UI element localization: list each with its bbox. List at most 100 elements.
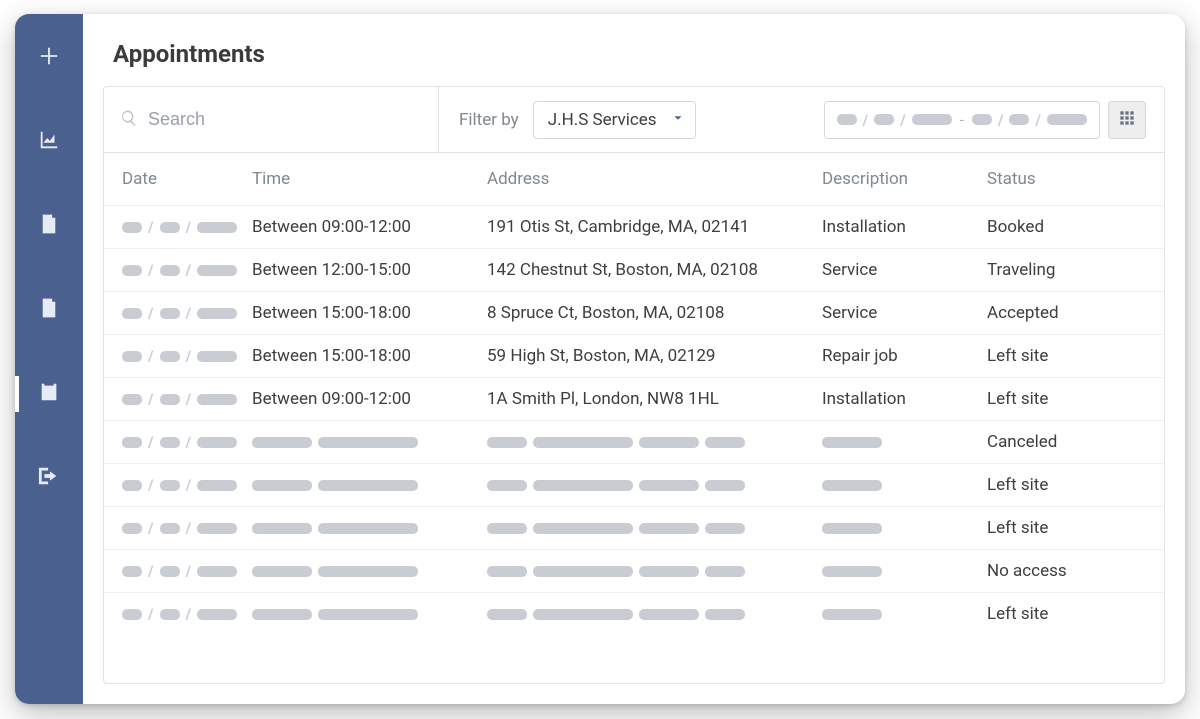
cell-address: [487, 566, 822, 577]
cell-time: [252, 609, 487, 620]
table-header: Date Time Address Description Status: [104, 153, 1164, 205]
cell-status: Canceled: [987, 432, 1146, 452]
invoice-icon: [39, 213, 59, 239]
cell-status: Left site: [987, 604, 1146, 624]
col-description: Description: [822, 169, 987, 189]
table-row[interactable]: //Between 15:00-18:008 Spruce Ct, Boston…: [104, 291, 1164, 334]
filter-label: Filter by: [459, 110, 519, 130]
cell-time: Between 09:00-12:00: [252, 217, 487, 237]
cell-date: //: [122, 218, 252, 236]
main: Appointments Filter by J.H.S Services: [83, 14, 1185, 704]
filter-wrap: Filter by J.H.S Services: [439, 87, 716, 152]
cell-time: [252, 480, 487, 491]
grid-icon: [1119, 110, 1135, 130]
cell-status: Left site: [987, 518, 1146, 538]
date-range-end-placeholder: //: [972, 111, 1087, 129]
cell-description: Installation: [822, 217, 987, 237]
cell-date: //: [122, 347, 252, 365]
cell-description: [822, 566, 987, 577]
col-address: Address: [487, 169, 822, 189]
cell-status: Accepted: [987, 303, 1146, 323]
cell-time: [252, 523, 487, 534]
sidebar-item-add[interactable]: [15, 36, 83, 80]
cell-time: Between 09:00-12:00: [252, 389, 487, 409]
cell-date: //: [122, 519, 252, 537]
table-row[interactable]: // Left site: [104, 506, 1164, 549]
cell-description: Service: [822, 260, 987, 280]
cell-address: 191 Otis St, Cambridge, MA, 02141: [487, 217, 822, 237]
cell-time: Between 15:00-18:00: [252, 346, 487, 366]
col-status: Status: [987, 169, 1146, 189]
cell-status: Traveling: [987, 260, 1146, 280]
date-range-wrap: // - //: [824, 87, 1164, 152]
col-date: Date: [122, 169, 252, 189]
app-frame: Appointments Filter by J.H.S Services: [15, 14, 1185, 704]
cell-status: Left site: [987, 346, 1146, 366]
cell-date: //: [122, 433, 252, 451]
cell-description: [822, 609, 987, 620]
cell-time: [252, 437, 487, 448]
cell-date: //: [122, 261, 252, 279]
date-range-separator: -: [960, 111, 964, 129]
cell-time: Between 15:00-18:00: [252, 303, 487, 323]
cell-time: [252, 566, 487, 577]
search-input[interactable]: [148, 109, 422, 130]
cell-description: Installation: [822, 389, 987, 409]
appointments-card: Filter by J.H.S Services // -: [103, 86, 1165, 684]
cell-address: [487, 480, 822, 491]
toolbar: Filter by J.H.S Services // -: [104, 87, 1164, 153]
cell-date: //: [122, 304, 252, 322]
cell-date: //: [122, 605, 252, 623]
table-row[interactable]: // Left site: [104, 463, 1164, 506]
sidebar: [15, 14, 83, 704]
cell-time: Between 12:00-15:00: [252, 260, 487, 280]
cell-date: //: [122, 476, 252, 494]
cell-address: [487, 609, 822, 620]
table-row[interactable]: //Between 12:00-15:00142 Chestnut St, Bo…: [104, 248, 1164, 291]
appointments-table: Date Time Address Description Status //B…: [104, 153, 1164, 683]
document-icon: [39, 297, 59, 323]
table-row[interactable]: // Canceled: [104, 420, 1164, 463]
chevron-down-icon: [671, 110, 685, 130]
cell-address: 59 High St, Boston, MA, 02129: [487, 346, 822, 366]
cell-status: Left site: [987, 475, 1146, 495]
cell-date: //: [122, 390, 252, 408]
sidebar-item-logout[interactable]: [15, 456, 83, 500]
table-row[interactable]: //Between 09:00-12:00191 Otis St, Cambri…: [104, 205, 1164, 248]
search-icon: [120, 109, 138, 131]
calendar-grid-button[interactable]: [1108, 101, 1146, 139]
col-time: Time: [252, 169, 487, 189]
sidebar-item-calendar[interactable]: [15, 372, 83, 416]
cell-address: 142 Chestnut St, Boston, MA, 02108: [487, 260, 822, 280]
cell-address: 1A Smith Pl, London, NW8 1HL: [487, 389, 822, 409]
sidebar-item-documents[interactable]: [15, 288, 83, 332]
page-title: Appointments: [83, 14, 1185, 86]
cell-address: [487, 437, 822, 448]
filter-value: J.H.S Services: [548, 110, 657, 130]
search-wrap: [104, 87, 439, 152]
date-range-start-placeholder: //: [837, 111, 952, 129]
cell-description: [822, 480, 987, 491]
cell-description: Service: [822, 303, 987, 323]
table-row[interactable]: //Between 15:00-18:0059 High St, Boston,…: [104, 334, 1164, 377]
sidebar-item-reports[interactable]: [15, 120, 83, 164]
cell-status: No access: [987, 561, 1146, 581]
chart-icon: [38, 129, 60, 155]
cell-description: [822, 523, 987, 534]
cell-address: 8 Spruce Ct, Boston, MA, 02108: [487, 303, 822, 323]
plus-icon: [38, 45, 60, 71]
cell-status: Left site: [987, 389, 1146, 409]
date-range-picker[interactable]: // - //: [824, 101, 1100, 139]
cell-description: [822, 437, 987, 448]
cell-description: Repair job: [822, 346, 987, 366]
table-row[interactable]: // Left site: [104, 592, 1164, 635]
filter-select[interactable]: J.H.S Services: [533, 101, 696, 139]
table-row[interactable]: // No access: [104, 549, 1164, 592]
table-row[interactable]: //Between 09:00-12:001A Smith Pl, London…: [104, 377, 1164, 420]
sidebar-item-invoices[interactable]: [15, 204, 83, 248]
logout-icon: [37, 465, 61, 491]
calendar-icon: [38, 381, 60, 407]
cell-date: //: [122, 562, 252, 580]
cell-address: [487, 523, 822, 534]
cell-status: Booked: [987, 217, 1146, 237]
